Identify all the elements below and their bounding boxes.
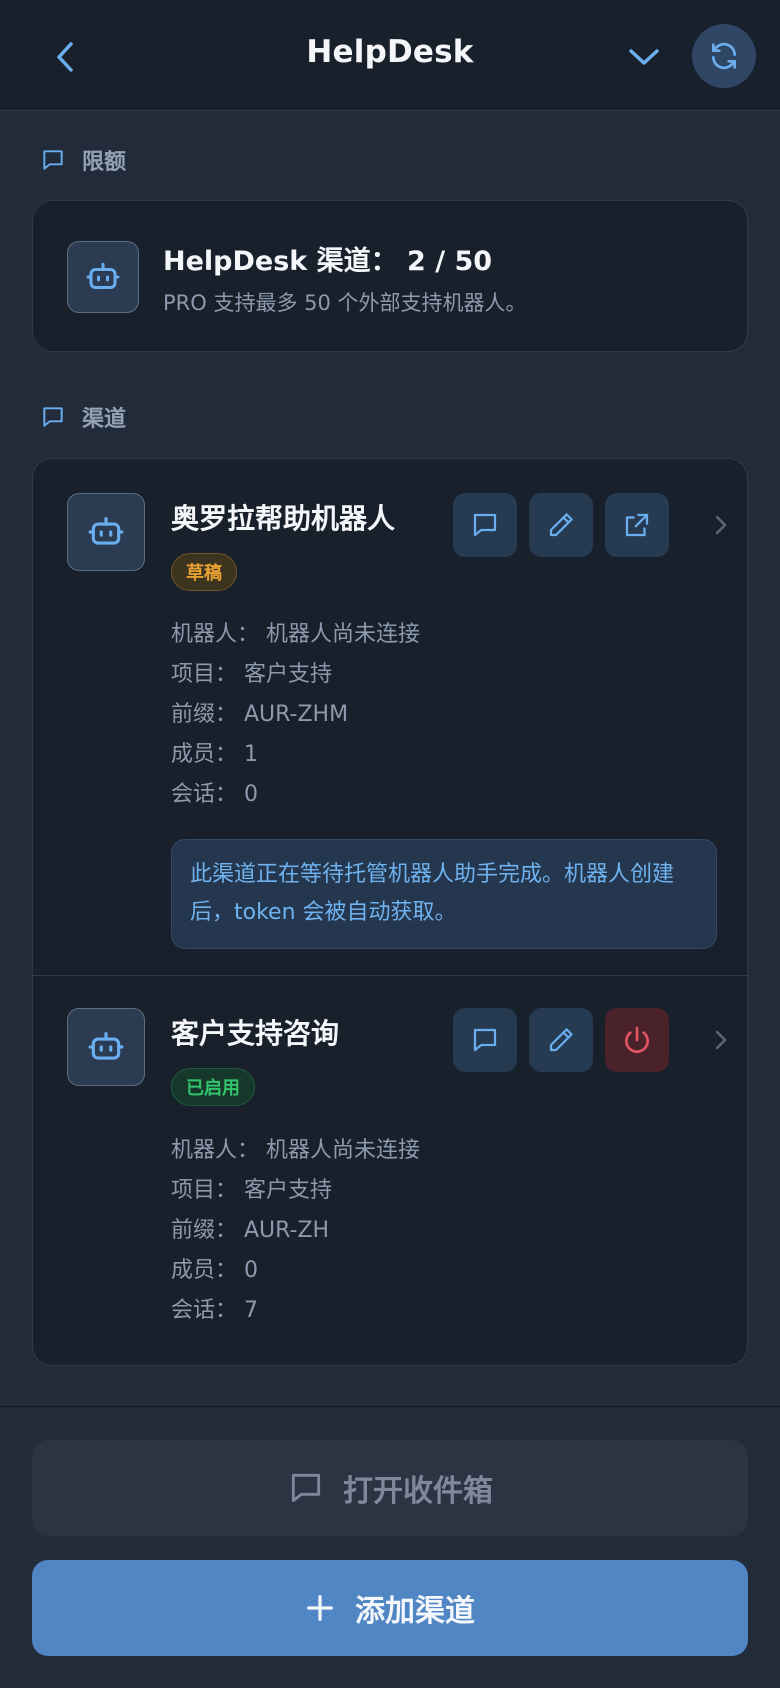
channel-sessions: 会话： 0 bbox=[171, 782, 258, 807]
channel-project: 项目： 客户支持 bbox=[171, 662, 332, 687]
open-channel-chevron[interactable] bbox=[709, 505, 733, 545]
edit-button[interactable] bbox=[529, 1008, 593, 1072]
edit-button[interactable] bbox=[529, 493, 593, 557]
open-channel-chevron[interactable] bbox=[709, 1020, 733, 1060]
edit-icon bbox=[549, 513, 573, 537]
top-bar: HelpDesk bbox=[0, 0, 780, 111]
message-square-icon bbox=[43, 407, 63, 427]
bot-avatar bbox=[67, 493, 145, 571]
external-link-button[interactable] bbox=[605, 493, 669, 557]
message-square-icon bbox=[291, 1473, 321, 1503]
add-channel-button[interactable]: 添加渠道 bbox=[32, 1560, 748, 1656]
bot-icon bbox=[86, 262, 120, 289]
channel-members: 成员： 0 bbox=[171, 1258, 258, 1283]
edit-icon bbox=[549, 1028, 573, 1052]
bot-avatar bbox=[67, 1008, 145, 1086]
channel-bot-status: 机器人： 机器人尚未连接 bbox=[171, 622, 420, 647]
menu-dropdown-button[interactable] bbox=[622, 32, 666, 82]
refresh-icon bbox=[712, 42, 736, 70]
bot-avatar bbox=[67, 241, 139, 313]
section-label-text: 渠道 bbox=[82, 407, 127, 432]
channel-name: 客户支持咨询 bbox=[171, 1017, 340, 1050]
bot-icon bbox=[88, 516, 124, 545]
power-icon bbox=[625, 1026, 649, 1053]
footer-divider bbox=[0, 1406, 780, 1407]
quota-card: HelpDesk 渠道： 2 / 50 PRO 支持最多 50 个外部支持机器人… bbox=[32, 200, 748, 352]
channel-project: 项目： 客户支持 bbox=[171, 1178, 332, 1203]
helpdesk-page: HelpDesk 限额 HelpDesk 渠道： 2 / 50 PRO 支持最多… bbox=[0, 0, 780, 1688]
quota-title: HelpDesk 渠道： 2 / 50 bbox=[163, 246, 493, 277]
section-label-text: 限额 bbox=[82, 150, 127, 175]
refresh-button[interactable] bbox=[692, 24, 756, 88]
plus-icon bbox=[307, 1595, 333, 1621]
channels-card: 奥罗拉帮助机器人 草稿 机器人： 机器人尚未连接 项目： 客户支持 前缀： AU… bbox=[32, 458, 749, 1366]
open-chat-button[interactable] bbox=[453, 493, 517, 557]
disable-channel-button[interactable] bbox=[605, 1008, 669, 1072]
chevron-down-icon bbox=[629, 49, 659, 65]
channel-sessions: 会话： 7 bbox=[171, 1298, 258, 1323]
channel-prefix: 前缀： AUR-ZHM bbox=[171, 702, 349, 727]
open-inbox-label: 打开收件箱 bbox=[343, 1474, 493, 1509]
external-link-icon bbox=[625, 513, 649, 537]
chat-icon bbox=[473, 1028, 497, 1052]
section-label-quota: 限额 bbox=[40, 145, 126, 175]
channel-item[interactable]: 客户支持咨询 已启用 机器人： 机器人尚未连接 项目： 客户支持 前缀： AUR… bbox=[33, 976, 749, 1366]
channel-prefix: 前缀： AUR-ZH bbox=[171, 1218, 330, 1243]
open-inbox-button[interactable]: 打开收件箱 bbox=[32, 1440, 748, 1536]
bot-icon bbox=[88, 1031, 124, 1060]
message-square-icon bbox=[43, 150, 63, 170]
pending-notice: 此渠道正在等待托管机器人助手完成。机器人创建后，token 会被自动获取。 bbox=[171, 839, 717, 949]
status-badge: 草稿 bbox=[171, 553, 237, 591]
chevron-right-icon bbox=[715, 515, 727, 535]
status-badge: 已启用 bbox=[171, 1068, 255, 1106]
open-chat-button[interactable] bbox=[453, 1008, 517, 1072]
chat-icon bbox=[473, 513, 497, 537]
channel-item[interactable]: 奥罗拉帮助机器人 草稿 机器人： 机器人尚未连接 项目： 客户支持 前缀： AU… bbox=[33, 459, 749, 975]
channel-bot-status: 机器人： 机器人尚未连接 bbox=[171, 1138, 420, 1163]
channel-name: 奥罗拉帮助机器人 bbox=[171, 502, 396, 535]
section-label-channels: 渠道 bbox=[40, 402, 126, 432]
quota-subtitle: PRO 支持最多 50 个外部支持机器人。 bbox=[163, 291, 527, 315]
chevron-right-icon bbox=[715, 1030, 727, 1050]
channel-members: 成员： 1 bbox=[171, 742, 258, 767]
add-channel-label: 添加渠道 bbox=[355, 1594, 475, 1629]
